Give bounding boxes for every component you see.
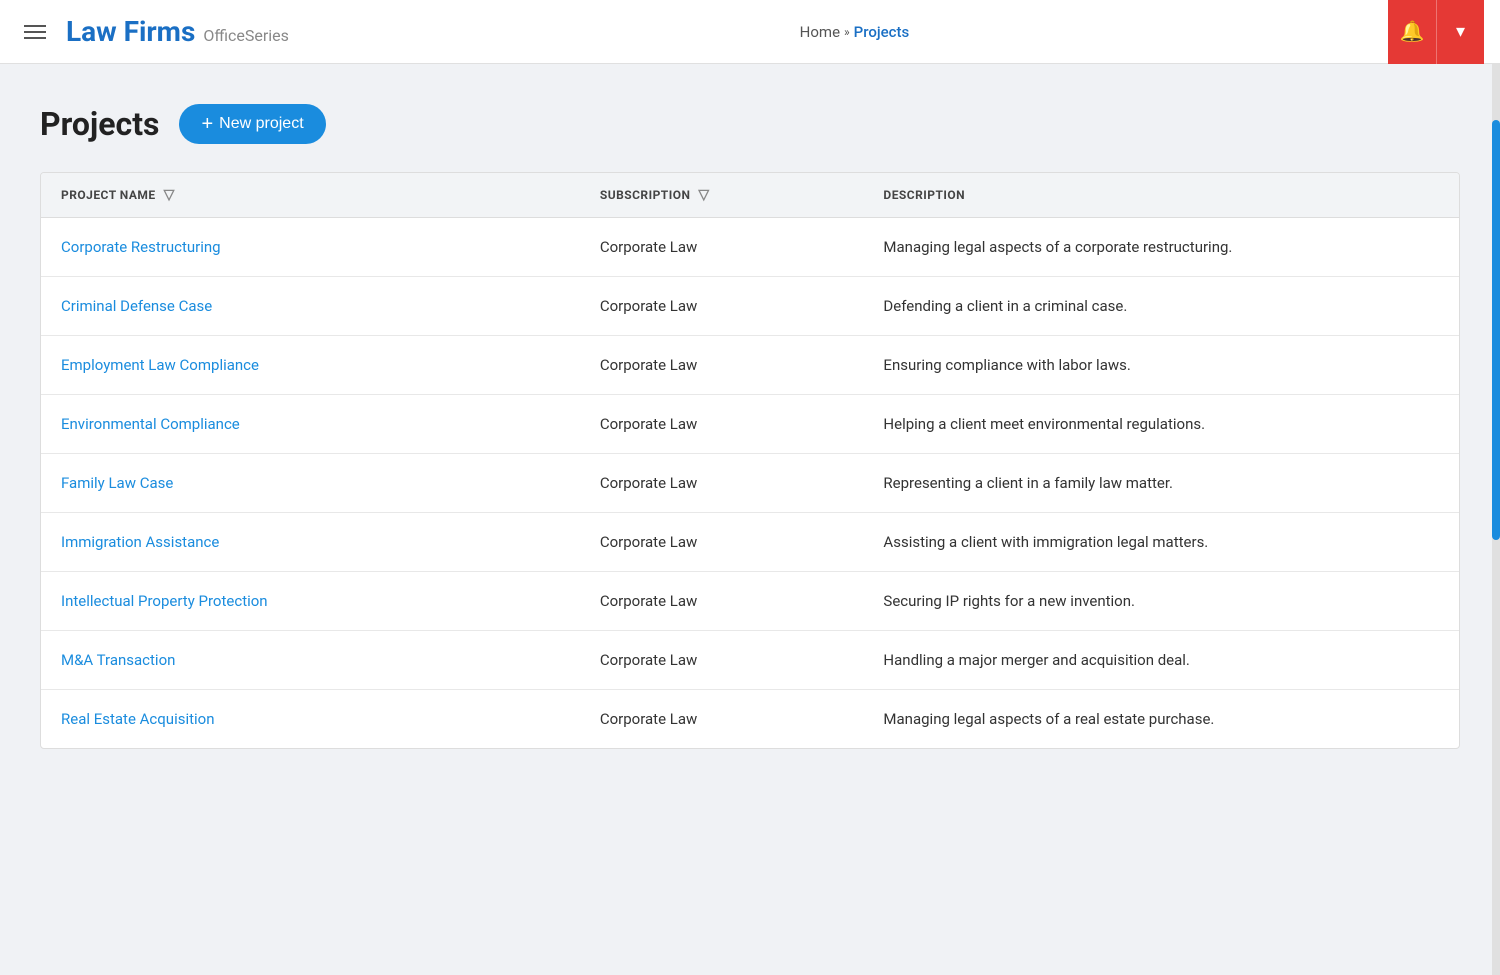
project-name-link[interactable]: Family Law Case [61,474,173,492]
cell-project-name: Employment Law Compliance [41,336,580,395]
header-actions: 🔔 ▾ [1388,0,1484,64]
col-subscription-label: SUBSCRIPTION [600,188,691,202]
cell-subscription: Corporate Law [580,513,864,572]
page-title: Projects [40,105,159,143]
cell-description: Securing IP rights for a new invention. [863,572,1459,631]
cell-description: Defending a client in a criminal case. [863,277,1459,336]
cell-subscription: Corporate Law [580,631,864,690]
cell-project-name: Corporate Restructuring [41,218,580,277]
cell-project-name: Criminal Defense Case [41,277,580,336]
cell-subscription: Corporate Law [580,690,864,749]
logo-subtitle: OfficeSeries [203,26,289,45]
col-header-description: DESCRIPTION [863,173,1459,218]
breadcrumb: Home » Projects [321,23,1388,41]
scrollbar-track [1492,0,1500,975]
cell-project-name: Intellectual Property Protection [41,572,580,631]
projects-table: PROJECT NAME ▽ SUBSCRIPTION ▽ DESCRIPTIO… [41,173,1459,748]
breadcrumb-separator: » [844,25,850,39]
table-row: Corporate Restructuring Corporate LawMana… [41,218,1459,277]
logo-title: Law Firms [66,15,195,48]
cell-project-name: Immigration Assistance [41,513,580,572]
col-description-label: DESCRIPTION [883,188,965,202]
cell-subscription: Corporate Law [580,218,864,277]
logo: Law Firms OfficeSeries [66,15,289,48]
cell-subscription: Corporate Law [580,395,864,454]
table-row: Employment Law Compliance Corporate LawEn… [41,336,1459,395]
chevron-down-icon: ▾ [1456,21,1465,42]
cell-subscription: Corporate Law [580,336,864,395]
new-project-button[interactable]: + New project [179,104,325,144]
table-row: Environmental Compliance Corporate LawHel… [41,395,1459,454]
notification-bell-button[interactable]: 🔔 [1388,0,1436,64]
user-dropdown-button[interactable]: ▾ [1436,0,1484,64]
project-name-link[interactable]: Intellectual Property Protection [61,592,268,610]
cell-project-name: Real Estate Acquisition [41,690,580,749]
breadcrumb-current: Projects [854,23,910,41]
project-name-link[interactable]: Criminal Defense Case [61,297,212,315]
menu-icon[interactable] [16,13,54,51]
cell-project-name: M&A Transaction [41,631,580,690]
col-header-subscription: SUBSCRIPTION ▽ [580,173,864,218]
table-row: Criminal Defense Case Corporate LawDefend… [41,277,1459,336]
header: Law Firms OfficeSeries Home » Projects 🔔… [0,0,1500,64]
bell-icon: 🔔 [1400,19,1425,44]
cell-subscription: Corporate Law [580,572,864,631]
project-name-link[interactable]: Employment Law Compliance [61,356,259,374]
cell-description: Handling a major merger and acquisition … [863,631,1459,690]
project-name-link[interactable]: Corporate Restructuring [61,238,221,256]
cell-subscription: Corporate Law [580,277,864,336]
project-name-link[interactable]: Environmental Compliance [61,415,240,433]
cell-description: Managing legal aspects of a corporate re… [863,218,1459,277]
cell-description: Ensuring compliance with labor laws. [863,336,1459,395]
col-header-name: PROJECT NAME ▽ [41,173,580,218]
plus-icon: + [201,114,213,134]
project-name-link[interactable]: Immigration Assistance [61,533,219,551]
table-row: Real Estate Acquisition Corporate LawMana… [41,690,1459,749]
cell-project-name: Environmental Compliance [41,395,580,454]
table-header: PROJECT NAME ▽ SUBSCRIPTION ▽ DESCRIPTIO… [41,173,1459,218]
breadcrumb-home[interactable]: Home [800,23,840,41]
table-row: M&A Transaction Corporate LawHandling a m… [41,631,1459,690]
filter-subscription-icon[interactable]: ▽ [698,187,709,203]
cell-description: Managing legal aspects of a real estate … [863,690,1459,749]
main-content: Projects + New project PROJECT NAME ▽ [0,64,1500,789]
cell-subscription: Corporate Law [580,454,864,513]
new-project-label: New project [219,115,303,133]
table-row: Immigration Assistance Corporate LawAssis… [41,513,1459,572]
table-row: Family Law Case Corporate LawRepresenting… [41,454,1459,513]
table-row: Intellectual Property Protection Corporat… [41,572,1459,631]
project-name-link[interactable]: M&A Transaction [61,651,175,669]
page-header: Projects + New project [40,104,1460,144]
scrollbar-thumb [1492,120,1500,540]
project-name-link[interactable]: Real Estate Acquisition [61,710,215,728]
cell-description: Assisting a client with immigration lega… [863,513,1459,572]
cell-description: Helping a client meet environmental regu… [863,395,1459,454]
table-body: Corporate RestructuringCorporate LawMana… [41,218,1459,749]
filter-name-icon[interactable]: ▽ [164,187,175,203]
col-name-label: PROJECT NAME [61,188,156,202]
cell-project-name: Family Law Case [41,454,580,513]
projects-table-container: PROJECT NAME ▽ SUBSCRIPTION ▽ DESCRIPTIO… [40,172,1460,749]
cell-description: Representing a client in a family law ma… [863,454,1459,513]
